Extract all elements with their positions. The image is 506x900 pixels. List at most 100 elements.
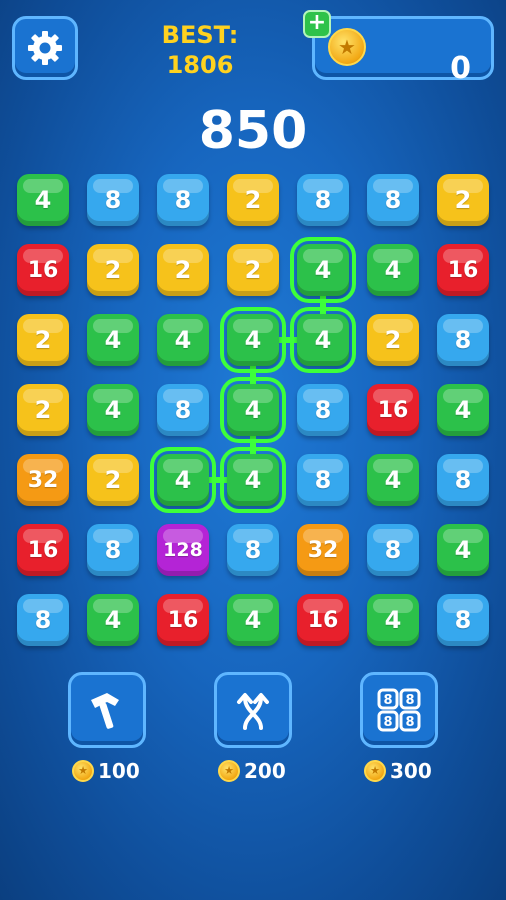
tile-value: 8: [454, 326, 472, 354]
tile-value: 4: [104, 396, 122, 424]
tile-value: 8: [314, 396, 332, 424]
svg-text:8: 8: [405, 693, 414, 708]
tile-value: 8: [34, 606, 52, 634]
tile-value: 4: [174, 326, 192, 354]
tile[interactable]: 16: [297, 594, 349, 646]
tile[interactable]: 4: [367, 244, 419, 296]
tile-value: 16: [447, 257, 479, 283]
tile[interactable]: 4: [150, 447, 216, 513]
tile-value: 4: [384, 466, 402, 494]
tile[interactable]: 4: [87, 594, 139, 646]
tile[interactable]: 2: [87, 454, 139, 506]
selection-link: [320, 296, 326, 314]
tile-value: 4: [454, 396, 472, 424]
tile-value: 2: [104, 466, 122, 494]
tile[interactable]: 16: [437, 244, 489, 296]
tile[interactable]: 2: [157, 244, 209, 296]
selection-link: [279, 337, 297, 343]
hammer-price: ★ 100: [72, 758, 140, 784]
tile[interactable]: 8: [87, 524, 139, 576]
tile-value: 8: [384, 536, 402, 564]
grid-88-icon: 88 88: [377, 688, 421, 732]
tile[interactable]: 4: [87, 384, 139, 436]
tile[interactable]: 8: [87, 174, 139, 226]
tile-value: 4: [104, 326, 122, 354]
coin-icon: ★: [72, 760, 94, 782]
tile-value: 2: [244, 186, 262, 214]
selection-link: [209, 477, 227, 483]
tile[interactable]: 8: [367, 174, 419, 226]
tile[interactable]: 4: [437, 384, 489, 436]
tile[interactable]: 8: [367, 524, 419, 576]
tile[interactable]: 4: [17, 174, 69, 226]
shuffle-price: ★ 300: [364, 758, 432, 784]
tile-value: 4: [244, 396, 262, 424]
shuffle-price-value: 300: [390, 759, 432, 783]
tile[interactable]: 16: [157, 594, 209, 646]
tile-value: 16: [27, 537, 59, 563]
svg-text:8: 8: [405, 715, 414, 730]
tile[interactable]: 8: [17, 594, 69, 646]
tile[interactable]: 8: [157, 174, 209, 226]
tile-value: 4: [244, 606, 262, 634]
tile-value: 8: [384, 186, 402, 214]
tile[interactable]: 2: [437, 174, 489, 226]
tile[interactable]: 4: [290, 307, 356, 373]
tile[interactable]: 8: [297, 384, 349, 436]
tile[interactable]: 4: [367, 454, 419, 506]
tile-value: 16: [167, 607, 199, 633]
selection-link: [250, 436, 256, 454]
shuffle-button[interactable]: 88 88: [360, 672, 438, 748]
tile[interactable]: 2: [17, 314, 69, 366]
tile-value: 16: [27, 257, 59, 283]
tile-value: 8: [104, 186, 122, 214]
tile[interactable]: 16: [367, 384, 419, 436]
tile[interactable]: 8: [157, 384, 209, 436]
coin-icon: ★: [218, 760, 240, 782]
tile-value: 2: [384, 326, 402, 354]
tile-value: 2: [104, 256, 122, 284]
tile-value: 128: [163, 539, 203, 561]
hammer-icon: [91, 693, 119, 729]
tile[interactable]: 4: [220, 307, 286, 373]
tile[interactable]: 2: [17, 384, 69, 436]
tile[interactable]: 32: [17, 454, 69, 506]
tile[interactable]: 8: [297, 454, 349, 506]
tile[interactable]: 2: [227, 174, 279, 226]
tile[interactable]: 4: [157, 314, 209, 366]
tile[interactable]: 4: [220, 447, 286, 513]
tile-value: 4: [384, 256, 402, 284]
tile[interactable]: 4: [290, 237, 356, 303]
tile[interactable]: 8: [437, 594, 489, 646]
tile[interactable]: 4: [227, 594, 279, 646]
tile[interactable]: 2: [87, 244, 139, 296]
svg-text:8: 8: [383, 693, 392, 708]
tile[interactable]: 8: [437, 314, 489, 366]
swap-button[interactable]: [214, 672, 292, 748]
tile[interactable]: 2: [367, 314, 419, 366]
coin-icon: ★: [364, 760, 386, 782]
tile-value: 16: [307, 607, 339, 633]
tile[interactable]: 4: [87, 314, 139, 366]
tile[interactable]: 32: [297, 524, 349, 576]
tile[interactable]: 8: [297, 174, 349, 226]
tile[interactable]: 4: [220, 377, 286, 443]
tile[interactable]: 4: [437, 524, 489, 576]
tile[interactable]: 8: [227, 524, 279, 576]
tile[interactable]: 4: [367, 594, 419, 646]
tile-value: 2: [34, 396, 52, 424]
tile[interactable]: 8: [437, 454, 489, 506]
tile-value: 16: [377, 397, 409, 423]
tile[interactable]: 16: [17, 524, 69, 576]
tile-value: 2: [34, 326, 52, 354]
tile-value: 2: [454, 186, 472, 214]
tile-value: 8: [314, 466, 332, 494]
tile-value: 8: [454, 606, 472, 634]
tile[interactable]: 128: [157, 524, 209, 576]
tile-value: 8: [174, 186, 192, 214]
tile[interactable]: 2: [227, 244, 279, 296]
hammer-button[interactable]: [68, 672, 146, 748]
tile[interactable]: 16: [17, 244, 69, 296]
tile-value: 4: [454, 536, 472, 564]
selection-link: [250, 366, 256, 384]
